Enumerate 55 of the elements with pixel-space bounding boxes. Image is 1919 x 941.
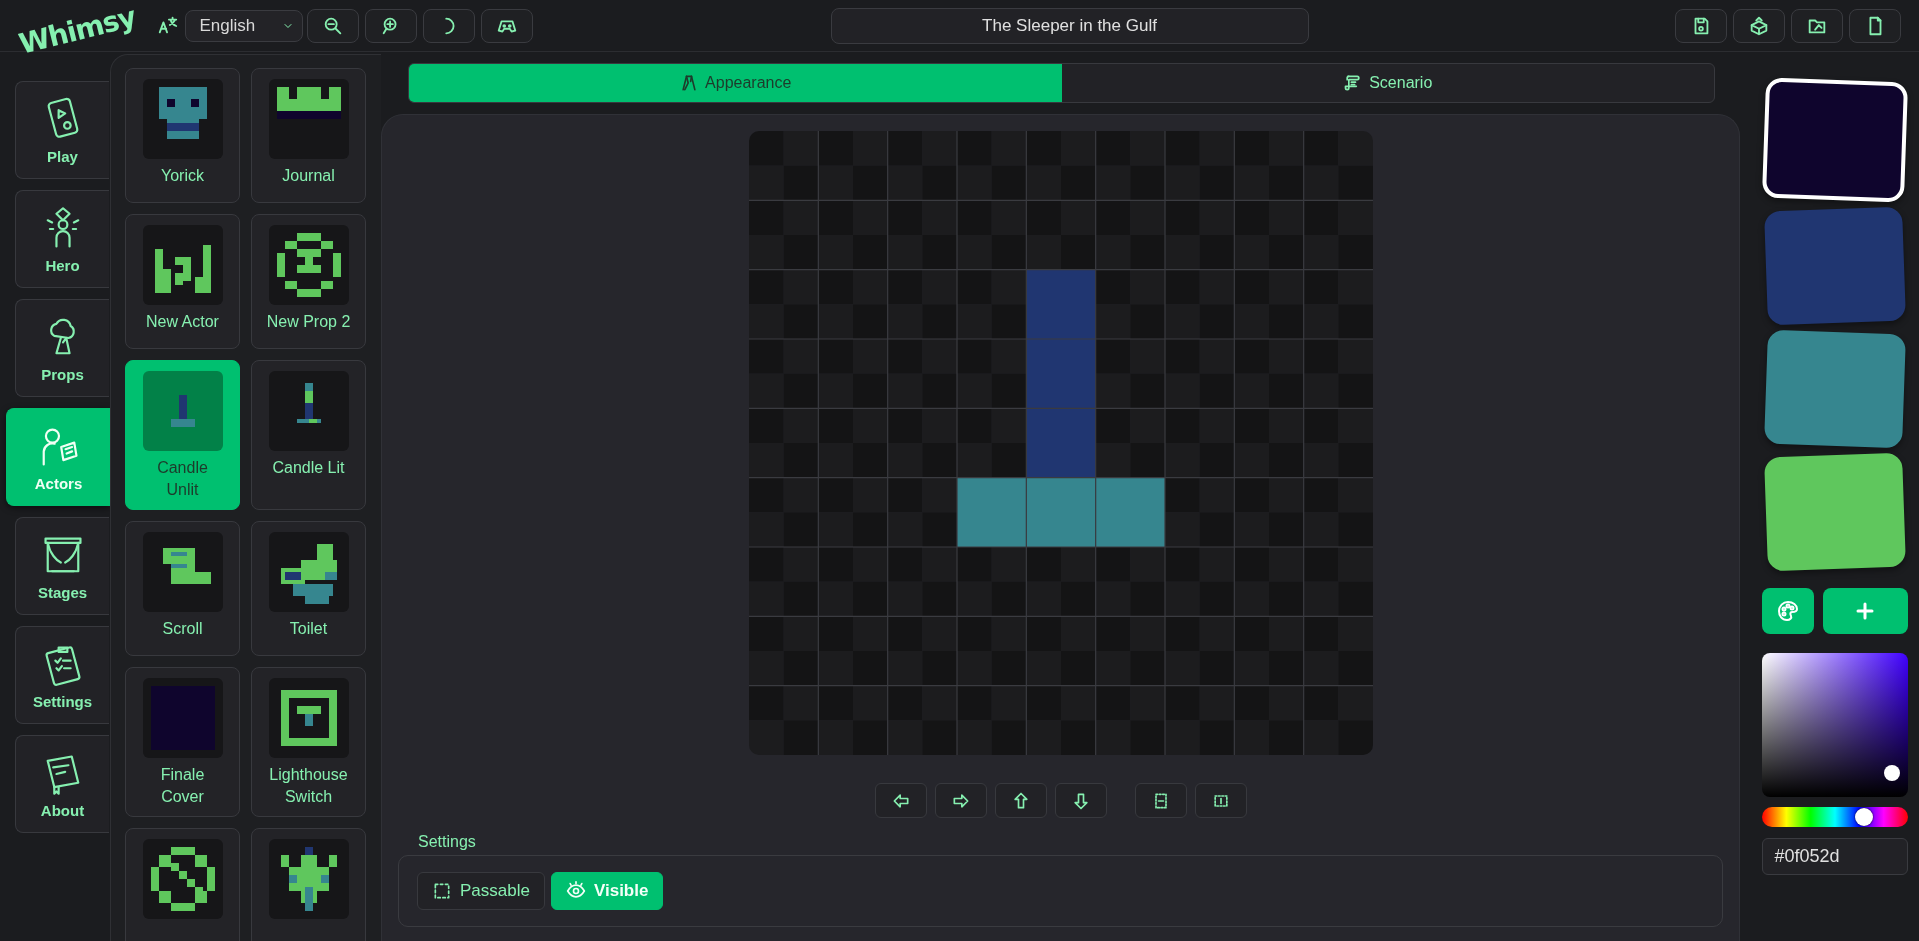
add-color-button[interactable] <box>1822 588 1908 634</box>
nav-item[interactable]: About <box>15 735 109 833</box>
dashed-square-icon <box>432 881 452 901</box>
settings-legend: Settings <box>418 833 476 851</box>
color-swatch[interactable] <box>1763 206 1906 326</box>
zoom-in-button[interactable] <box>364 8 417 43</box>
sprite-tile[interactable]: New Actor <box>125 214 240 349</box>
sprite-tile[interactable]: Journal <box>251 68 366 203</box>
sprite-tile[interactable]: New Prop 2 <box>251 214 366 349</box>
open-button[interactable] <box>1791 8 1843 43</box>
sprite-tile[interactable] <box>251 828 366 941</box>
app-logo: Whimsy <box>15 0 139 61</box>
editor-tab[interactable]: Appearance <box>409 64 1062 102</box>
sprite-tile[interactable]: Toilet <box>251 521 366 656</box>
nav-item[interactable]: Play <box>15 81 109 179</box>
color-swatch[interactable] <box>1763 452 1906 572</box>
eye-icon <box>565 881 586 901</box>
sprite-tile[interactable]: Finale Cover <box>125 667 240 817</box>
shift-down-button[interactable] <box>1054 783 1107 818</box>
new-file-button[interactable] <box>1849 8 1901 43</box>
box-icon <box>1748 14 1770 37</box>
palette-button[interactable] <box>1761 588 1814 634</box>
palette-icon <box>1775 599 1800 623</box>
shift-up-button[interactable] <box>994 783 1047 818</box>
saturation-value-picker[interactable] <box>1761 653 1908 797</box>
pixel-canvas[interactable] <box>748 131 1373 755</box>
sprite-tile[interactable]: Lighthouse Switch <box>251 667 366 817</box>
nav-item[interactable]: Props <box>15 299 109 397</box>
hex-color-field[interactable]: #0f052d <box>1761 838 1908 875</box>
sprite-tile[interactable]: Candle Unlit <box>125 360 240 510</box>
color-swatch[interactable] <box>1763 329 1906 449</box>
export-button[interactable] <box>1733 8 1785 43</box>
zoom-out-button[interactable] <box>306 8 359 43</box>
picker-handle[interactable] <box>1883 765 1900 781</box>
hue-slider[interactable] <box>1761 807 1908 827</box>
language-select[interactable]: English <box>184 9 303 42</box>
shift-right-button[interactable] <box>934 783 987 818</box>
save-button[interactable] <box>1675 8 1727 43</box>
sprite-tile[interactable]: Candle Lit <box>251 360 366 510</box>
project-title[interactable]: The Sleeper in the Gulf <box>830 7 1309 44</box>
hue-slider-thumb[interactable] <box>1854 808 1873 826</box>
sprite-tile[interactable] <box>125 828 240 941</box>
color-swatch[interactable] <box>1761 77 1908 203</box>
sprite-tile[interactable]: Scroll <box>125 521 240 656</box>
nav-item[interactable]: Hero <box>15 190 109 288</box>
editor-tab[interactable]: Scenario <box>1061 64 1714 102</box>
nav-item[interactable]: Stages <box>15 517 109 615</box>
toggle-button[interactable]: Passable <box>417 872 545 910</box>
dark-mode-button[interactable] <box>422 8 475 43</box>
flip-horizontal-button[interactable] <box>1194 783 1247 818</box>
flip-vertical-button[interactable] <box>1134 783 1187 818</box>
nav-item[interactable]: Settings <box>15 626 109 724</box>
shift-left-button[interactable] <box>874 783 927 818</box>
sprite-tile[interactable]: Yorick <box>125 68 240 203</box>
discord-button[interactable] <box>480 8 533 43</box>
